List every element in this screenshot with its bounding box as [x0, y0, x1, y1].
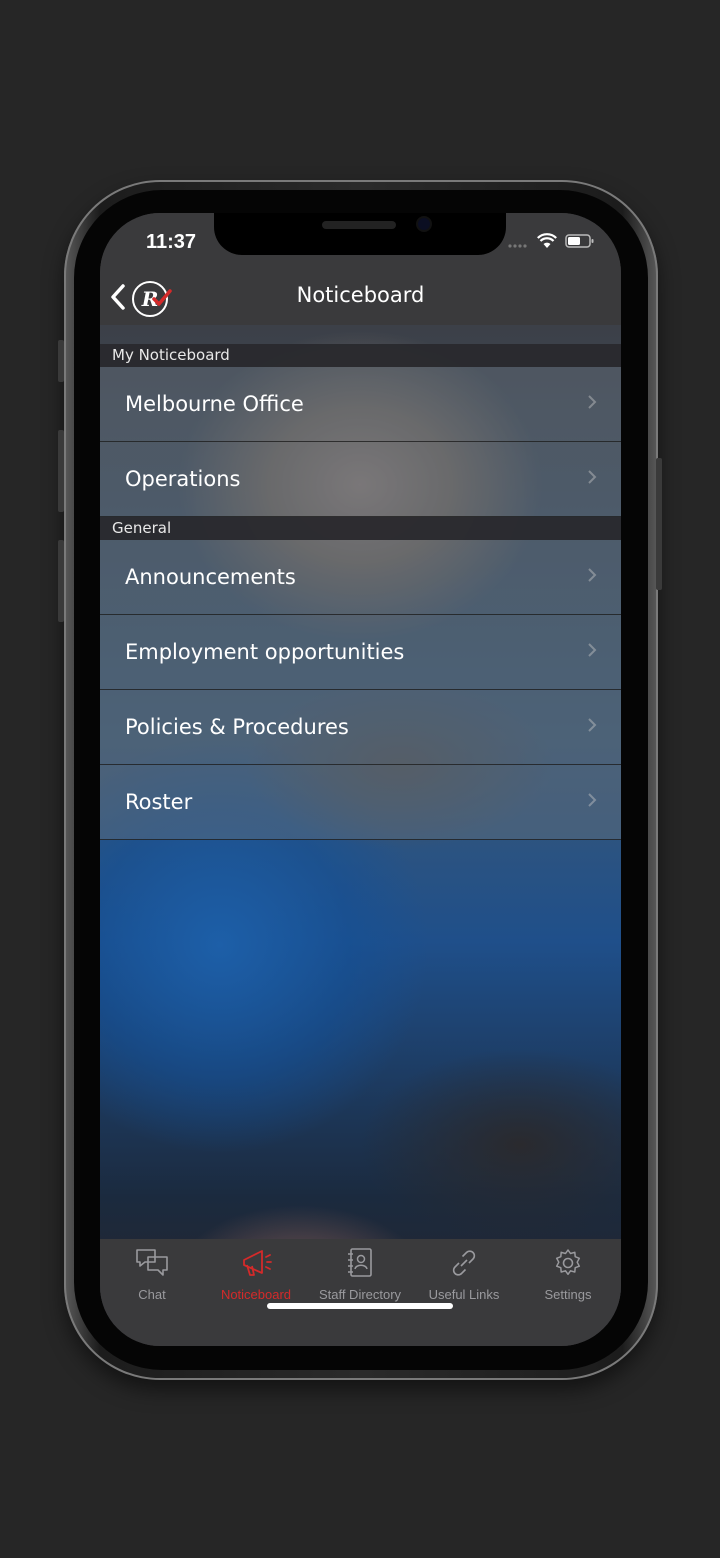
gear-icon [550, 1249, 586, 1283]
chevron-right-icon [587, 792, 597, 813]
list-item-label: Roster [125, 790, 193, 814]
megaphone-icon [238, 1250, 274, 1283]
chat-icon [134, 1249, 170, 1283]
power-button [656, 458, 662, 590]
tab-label: Useful Links [428, 1287, 500, 1302]
list-item-melbourne-office[interactable]: Melbourne Office [100, 367, 621, 442]
tab-useful-links[interactable]: Useful Links [412, 1247, 516, 1302]
front-camera [418, 218, 430, 230]
tab-label: Settings [544, 1287, 592, 1302]
link-icon [446, 1250, 482, 1283]
signal-icon [507, 234, 529, 253]
noticeboard-list: My Noticeboard Melbourne Office Operatio… [100, 325, 621, 840]
directory-icon [342, 1248, 378, 1283]
list-item-label: Melbourne Office [125, 392, 304, 416]
tab-chat[interactable]: Chat [100, 1247, 204, 1302]
tab-label: Noticeboard [220, 1287, 292, 1302]
app-screen: 11:37 R Noticeboard My Noticeboard Melbo… [100, 213, 621, 1346]
battery-icon [565, 233, 595, 253]
chevron-right-icon [587, 567, 597, 588]
list-item-roster[interactable]: Roster [100, 765, 621, 840]
list-item-label: Policies & Procedures [125, 715, 349, 739]
tab-label: Chat [138, 1287, 166, 1302]
wifi-icon [537, 233, 557, 253]
tab-noticeboard[interactable]: Noticeboard [204, 1247, 308, 1302]
list-item-label: Operations [125, 467, 241, 491]
section-header-my-noticeboard: My Noticeboard [100, 344, 621, 367]
volume-up-button [58, 430, 64, 512]
page-title: Noticeboard [296, 283, 425, 307]
section-header-general: General [100, 517, 621, 540]
list-item-label: Employment opportunities [125, 640, 405, 664]
list-item-employment-opportunities[interactable]: Employment opportunities [100, 615, 621, 690]
silent-switch [58, 340, 64, 382]
tab-bar: Chat Noticeboard Staff Directory Useful … [100, 1239, 621, 1346]
navigation-bar: R Noticeboard [100, 273, 621, 325]
status-time: 11:37 [146, 231, 197, 253]
list-item-operations[interactable]: Operations [100, 442, 621, 517]
tab-label: Staff Directory [318, 1287, 402, 1302]
chevron-right-icon [587, 394, 597, 415]
chevron-right-icon [587, 717, 597, 738]
list-item-label: Announcements [125, 565, 296, 589]
home-indicator[interactable] [267, 1303, 453, 1309]
chevron-right-icon [587, 642, 597, 663]
chevron-right-icon [587, 469, 597, 490]
tab-staff-directory[interactable]: Staff Directory [308, 1247, 412, 1302]
volume-down-button [58, 540, 64, 622]
notch [214, 213, 506, 255]
tab-settings[interactable]: Settings [516, 1247, 620, 1302]
list-item-announcements[interactable]: Announcements [100, 540, 621, 615]
list-item-policies-procedures[interactable]: Policies & Procedures [100, 690, 621, 765]
